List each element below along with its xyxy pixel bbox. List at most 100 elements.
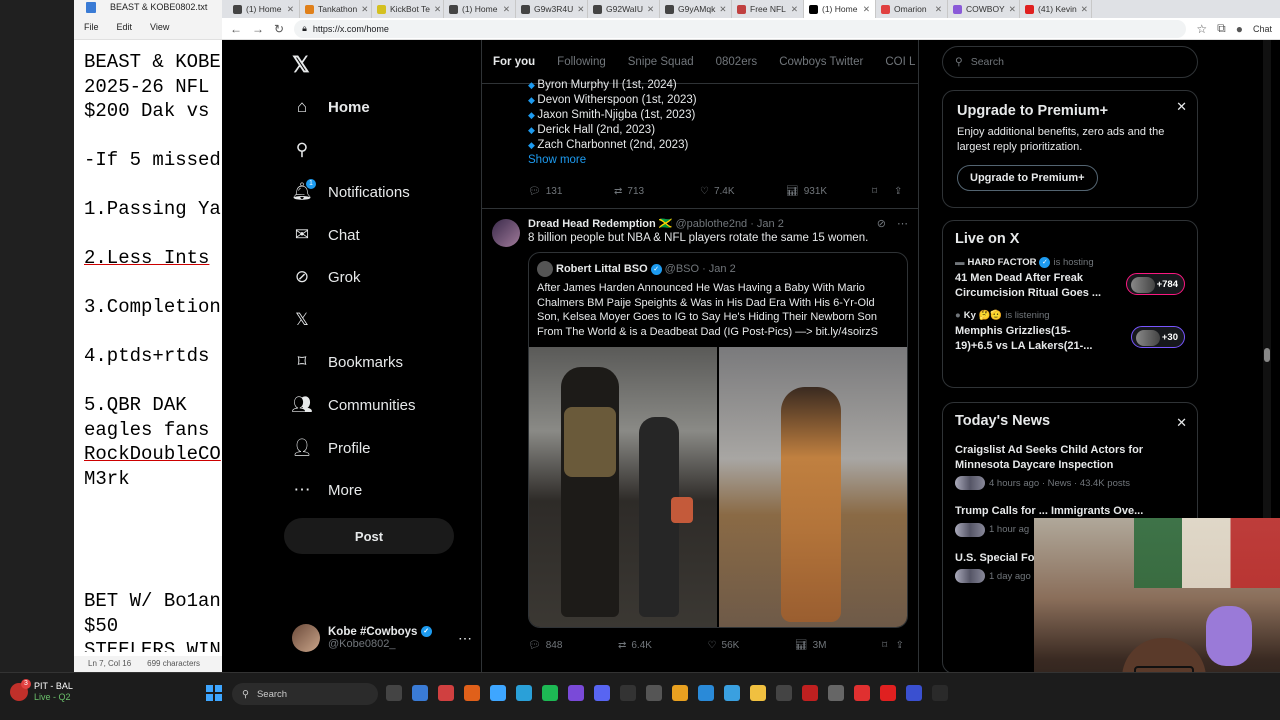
close-tab-icon[interactable]: ✕	[287, 4, 294, 15]
photo-right[interactable]	[719, 347, 907, 627]
taskbar-app-icon[interactable]	[776, 685, 792, 701]
taskbar-app-icon[interactable]	[386, 685, 402, 701]
forward-icon[interactable]: →	[252, 22, 264, 36]
close-icon[interactable]: ✕	[1176, 415, 1187, 431]
more-dots-icon[interactable]: ⋯	[458, 630, 472, 647]
taskbar-app-icon[interactable]	[620, 685, 636, 701]
show-more-link[interactable]: Show more	[528, 154, 586, 166]
taskbar-app-icon[interactable]	[594, 685, 610, 701]
bookmark-icon[interactable]: ⌑ ⇪	[882, 640, 904, 651]
browser-tab[interactable]: KickBot Te ✕	[372, 0, 444, 18]
photo-left[interactable]	[529, 347, 717, 627]
taskbar-app-icon[interactable]	[464, 685, 480, 701]
close-tab-icon[interactable]: ✕	[935, 4, 942, 15]
live-item[interactable]: ● Ky 🤔🫡 is listening Memphis Grizzlies(15…	[955, 310, 1185, 353]
nav-item-home[interactable]: ⌂ Home	[292, 92, 370, 122]
browser-tab[interactable]: Free NFL ✕	[732, 0, 804, 18]
taskbar-app-icon[interactable]	[750, 685, 766, 701]
browser-tab[interactable]: G92WaIU ✕	[588, 0, 660, 18]
tweet-author-name[interactable]: Dread Head Redemption	[528, 218, 656, 230]
feed-tab[interactable]: Snipe Squad	[628, 56, 694, 68]
reply-button[interactable]: 💬︎ 131	[528, 186, 614, 197]
share-icon[interactable]: ⇪	[894, 186, 902, 197]
profile-avatar-icon[interactable]: ●	[1236, 22, 1243, 36]
close-tab-icon[interactable]: ✕	[361, 4, 368, 15]
account-switcher[interactable]: Kobe #Cowboys ✓ @Kobe0802_ ⋯	[292, 620, 472, 656]
nav-item-notifications[interactable]: 🔔︎ 1 Notifications	[291, 177, 410, 207]
taskbar-app-icon[interactable]	[568, 685, 584, 701]
tweet-author-handle[interactable]: @pablothe2nd	[675, 218, 747, 230]
close-tab-icon[interactable]: ✕	[863, 4, 870, 15]
close-icon[interactable]: ✕	[1176, 99, 1187, 115]
x-logo-icon[interactable]: 𝕏	[292, 52, 310, 78]
close-tab-icon[interactable]: ✕	[434, 4, 441, 15]
nav-item-more[interactable]: ⋯ More	[292, 475, 363, 505]
taskbar-app-icon[interactable]	[698, 685, 714, 701]
close-tab-icon[interactable]: ✕	[1081, 4, 1088, 15]
views-button[interactable]: 📊︎ 931K	[786, 186, 872, 197]
bookmark-icon[interactable]: ⌑	[872, 186, 894, 197]
taskbar-search[interactable]: ⚲ Search	[232, 683, 378, 705]
scrollbar-thumb[interactable]	[1264, 348, 1270, 362]
taskbar-app-icon[interactable]	[906, 685, 922, 701]
feed-tab[interactable]: Following	[557, 56, 606, 68]
tweet-time[interactable]: · Jan 2	[750, 218, 784, 230]
browser-tab[interactable]: G9w3R4U ✕	[516, 0, 588, 18]
notepad-titlebar[interactable]: BEAST & KOBE0802.txt	[74, 0, 234, 16]
feed-tab[interactable]: Cowboys Twitter	[779, 56, 863, 68]
taskbar-app-icon[interactable]	[880, 685, 896, 701]
like-button[interactable]: ♡ 56K	[708, 640, 740, 651]
like-button[interactable]: ♡ 7.4K	[700, 186, 786, 197]
reload-icon[interactable]: ↻	[274, 22, 284, 36]
taskbar-app-icon[interactable]	[724, 685, 740, 701]
tweet[interactable]: Dread Head Redemption 🇯🇲 @pablothe2nd · …	[482, 209, 918, 662]
menu-file[interactable]: File	[84, 22, 99, 39]
post-button[interactable]: Post	[284, 518, 454, 554]
windows-start-icon[interactable]	[206, 685, 222, 701]
menu-view[interactable]: View	[150, 22, 169, 39]
repost-button[interactable]: ⇄ 6.4K	[618, 640, 652, 651]
taskbar-app-icon[interactable]	[542, 685, 558, 701]
taskbar-app-icon[interactable]	[932, 685, 948, 701]
nav-item-profile[interactable]: 👤︎ Profile	[291, 433, 370, 463]
extensions-icon[interactable]: ⧉	[1217, 21, 1226, 36]
close-tab-icon[interactable]: ✕	[719, 4, 726, 15]
repost-button[interactable]: ⇄ 713	[614, 186, 700, 197]
nav-item-bookmarks[interactable]: ⌑ Bookmarks	[292, 347, 403, 377]
grok-icon[interactable]: ⊘	[877, 217, 886, 230]
taskbar-app-icon[interactable]	[516, 685, 532, 701]
taskbar-app-icon[interactable]	[854, 685, 870, 701]
taskbar-app-icon[interactable]	[490, 685, 506, 701]
browser-tab[interactable]: Omarion ✕	[876, 0, 948, 18]
feed-tab[interactable]: 0802ers	[716, 56, 758, 68]
taskbar-app-icon[interactable]	[646, 685, 662, 701]
live-item[interactable]: ▬ HARD FACTOR ✓ is hosting 41 Men Dead Af…	[955, 257, 1185, 300]
news-item[interactable]: Craigslist Ad Seeks Child Actors for Min…	[955, 443, 1185, 490]
taskbar-app-icon[interactable]	[828, 685, 844, 701]
back-icon[interactable]: ←	[230, 22, 242, 36]
browser-tab[interactable]: Tankathon ✕	[300, 0, 372, 18]
close-tab-icon[interactable]: ✕	[577, 4, 584, 15]
game-widget[interactable]: 3 PIT - BAL Live - Q2	[10, 679, 73, 703]
close-tab-icon[interactable]: ✕	[647, 4, 654, 15]
tweet-avatar[interactable]	[492, 219, 520, 247]
taskbar-app-icon[interactable]	[438, 685, 454, 701]
notepad-text-area[interactable]: BEAST & KOBE 2025-26 NFL $200 Dak vs -If 5 …	[74, 40, 234, 652]
nav-item-x[interactable]: 𝕏	[292, 305, 328, 335]
nav-item-chat[interactable]: ✉ Chat	[292, 220, 360, 250]
feed-tab[interactable]: For you	[493, 56, 535, 68]
menu-edit[interactable]: Edit	[117, 22, 133, 39]
feed-tab[interactable]: COI L	[885, 56, 915, 68]
nav-item-communities[interactable]: 👥︎ Communities	[291, 390, 415, 420]
tweet-more-icon[interactable]: ⋯	[897, 217, 908, 230]
views-button[interactable]: 📊︎ 3M	[795, 640, 827, 651]
nav-item-search[interactable]: ⚲	[292, 135, 328, 165]
reply-button[interactable]: 💬︎ 848	[528, 640, 562, 651]
star-icon[interactable]: ☆	[1196, 22, 1207, 36]
quoted-tweet[interactable]: Robert Littal BSO ✓ @BSO · Jan 2 After J…	[528, 252, 908, 628]
close-tab-icon[interactable]: ✕	[1009, 4, 1016, 15]
browser-tab[interactable]: COWBOY ✕	[948, 0, 1020, 18]
taskbar-app-icon[interactable]	[672, 685, 688, 701]
taskbar-app-icon[interactable]	[412, 685, 428, 701]
close-tab-icon[interactable]: ✕	[791, 4, 798, 15]
